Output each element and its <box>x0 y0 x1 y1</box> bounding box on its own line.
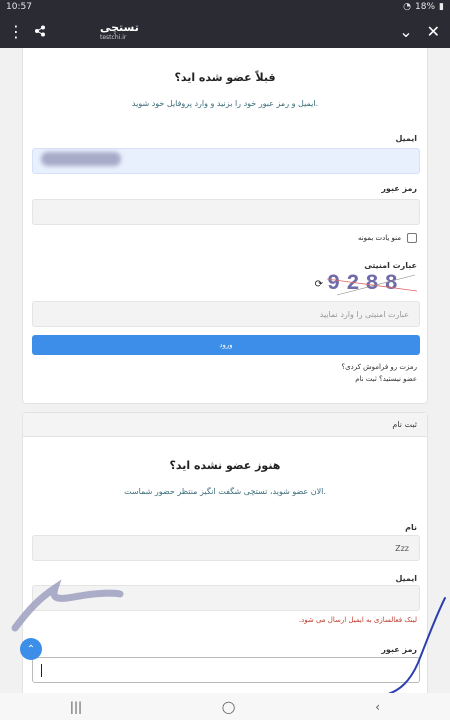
battery-level: 18% <box>415 2 436 12</box>
recent-apps-icon[interactable]: ||| <box>70 700 82 714</box>
page-url: testchi.ir <box>100 34 127 41</box>
remember-checkbox[interactable] <box>407 233 417 243</box>
email-label: ایمیل <box>395 134 417 143</box>
custom-tab-toolbar: ⋮ تستچی testchi.ir ⌄ ✕ <box>0 14 450 48</box>
back-icon[interactable]: ‹ <box>375 700 380 714</box>
captcha-label: عبارت امنیتی <box>364 261 417 270</box>
wifi-icon: ◔ <box>403 2 412 12</box>
refresh-icon[interactable]: ⟳ <box>315 279 323 290</box>
register-card: ثبت نام هنوز عضو نشده اید؟ الان عضو شوید… <box>22 412 428 693</box>
login-heading: قبلاً عضو شده اید؟ <box>174 71 276 84</box>
page-title: تستچی <box>100 21 139 34</box>
login-card: قبلاً عضو شده اید؟ ایمیل و رمز عبور خود … <box>22 48 428 404</box>
email-hint: لینک فعالسازی به ایمیل ارسال می شود. <box>298 616 417 624</box>
register-heading: هنوز عضو نشده اید؟ <box>169 459 281 472</box>
name-field[interactable]: Zzz <box>32 535 420 561</box>
register-email-field[interactable] <box>32 585 420 611</box>
text-cursor <box>41 664 42 677</box>
captcha-input[interactable]: عبارت امنیتی را وارد نمایید <box>32 301 420 327</box>
share-icon[interactable] <box>34 25 46 37</box>
scroll-top-button[interactable]: ⌃ <box>20 638 42 660</box>
remember-me-row[interactable]: منو یادت بمونه <box>358 233 417 243</box>
password-field[interactable] <box>32 199 420 225</box>
password-label: رمز عبور <box>381 184 417 193</box>
chevron-up-icon: ⌃ <box>26 643 36 655</box>
forgot-password-link[interactable]: رمزت رو فراموش کردی؟ <box>341 363 417 371</box>
register-link[interactable]: عضو نیستید؟ ثبت نام <box>355 375 417 383</box>
remember-label: منو یادت بمونه <box>357 234 401 242</box>
register-password-label: رمز عبور <box>381 645 417 654</box>
name-label: نام <box>405 523 417 532</box>
page-title-area: تستچی testchi.ir <box>90 21 399 41</box>
register-email-label: ایمیل <box>395 574 417 583</box>
page-content: قبلاً عضو شده اید؟ ایمیل و رمز عبور خود … <box>0 48 450 693</box>
battery-icon: ▮ <box>439 2 444 12</box>
login-subheading: ایمیل و رمز عبور خود را بزنید و وارد پرو… <box>131 99 319 108</box>
captcha-row: ⟳ 9288 <box>315 271 417 297</box>
register-tab[interactable]: ثبت نام <box>23 413 427 437</box>
home-icon[interactable]: ◯ <box>222 700 235 714</box>
redacted-email <box>41 152 121 166</box>
status-bar: 10:57 ◔ 18% ▮ <box>0 0 450 14</box>
system-nav-bar: ||| ◯ ‹ <box>0 693 450 720</box>
more-menu-icon[interactable]: ⋮ <box>8 22 24 41</box>
chevron-down-icon[interactable]: ⌄ <box>399 22 412 41</box>
login-button[interactable]: ورود <box>32 335 420 355</box>
name-value: Zzz <box>395 543 409 553</box>
register-subheading: الان عضو شوید، تستچی شگفت انگیز منتظر حض… <box>124 487 326 496</box>
close-icon[interactable]: ✕ <box>427 22 440 41</box>
captcha-image: 9288 <box>327 271 417 297</box>
register-password-field[interactable] <box>32 657 420 683</box>
status-time: 10:57 <box>6 2 32 12</box>
